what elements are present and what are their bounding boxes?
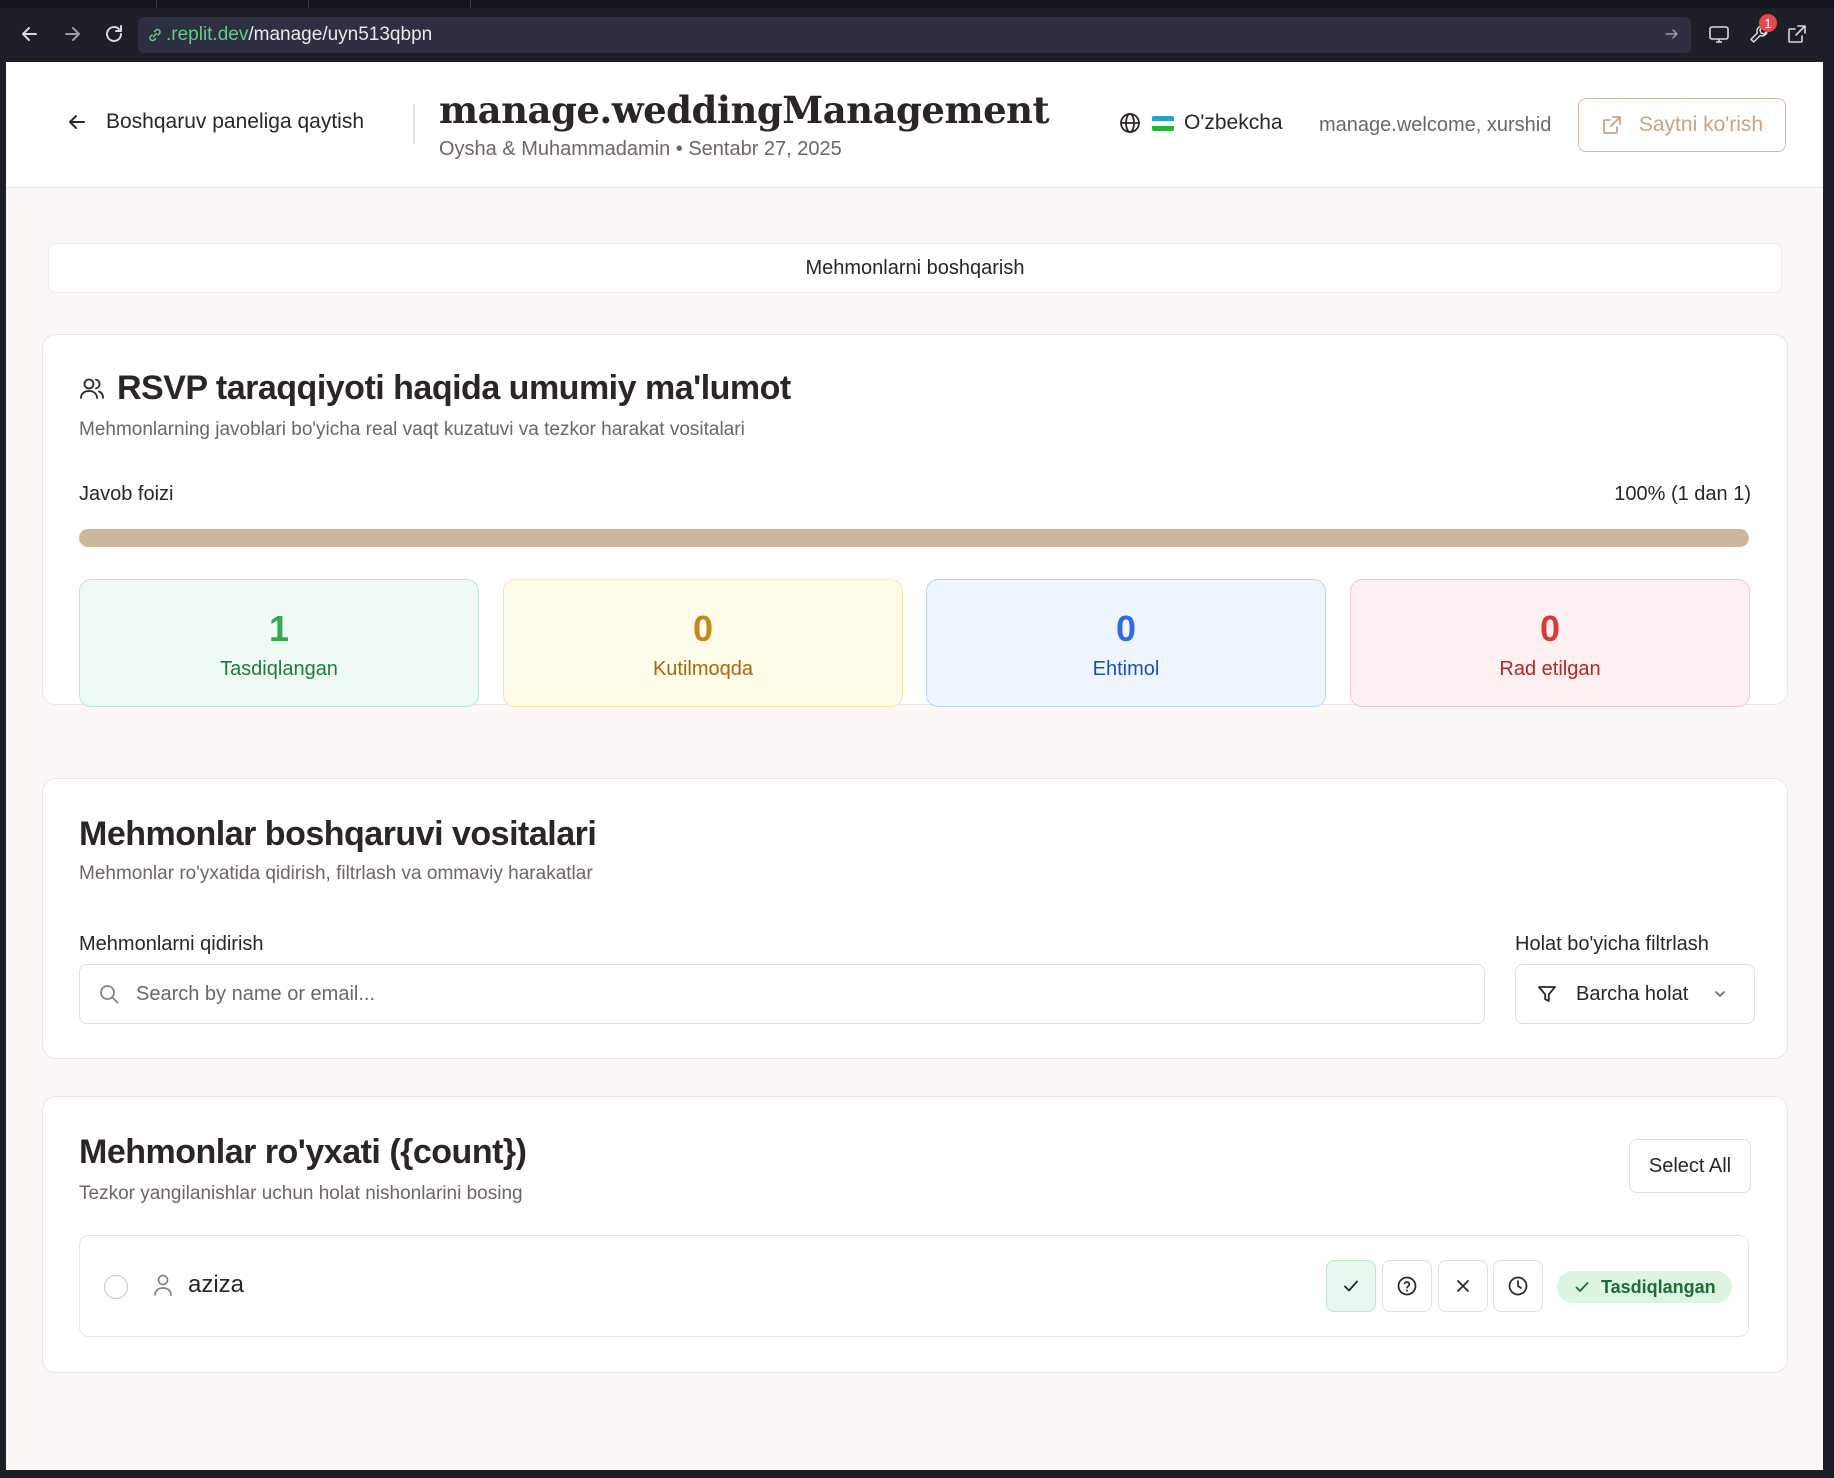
stat-confirmed: 1 Tasdiqlangan [79,579,479,707]
tab-divider [470,0,471,8]
check-icon [1575,1282,1589,1292]
url-path: /manage/uyn513qbpn [248,24,433,45]
stat-maybe-value: 0 [1115,608,1137,649]
response-progress-bar [79,529,1749,547]
status-badge[interactable]: Tasdiqlangan [1557,1271,1732,1303]
tab-divider [156,0,157,8]
back-link-label: Boshqaruv paneliga qaytish [106,110,365,133]
forward-arrow-icon[interactable] [58,20,86,48]
page-subtitle: Oysha & Muhammadamin • Sentabr 27, 2025 [439,138,842,160]
rsvp-overview-card: RSVP taraqqiyoti haqida umumiy ma'lumot … [42,334,1788,707]
page-title: manage.weddingManagement [439,88,1050,132]
stat-pending-value: 0 [692,608,714,649]
page-viewport: Boshqaruv paneliga qaytish manage.weddin… [6,62,1823,1470]
stat-maybe: 0 Ehtimol [926,579,1326,707]
rsvp-description: Mehmonlarning javoblari bo'yicha real va… [79,419,745,440]
clock-icon [1508,1276,1528,1296]
go-arrow-icon[interactable] [1663,25,1681,48]
users-icon [80,378,104,399]
external-link-icon [1602,116,1621,134]
status-filter-select[interactable]: Barcha holat [1515,964,1755,1024]
extension-badge: 1 [1759,14,1777,32]
status-badge-label: Tasdiqlangan [1601,1276,1716,1297]
stat-declined: 0 Rad etilgan [1350,579,1750,707]
question-circle-icon [1397,1276,1417,1296]
filter-value: Barcha holat [1576,982,1689,1005]
view-site-button[interactable]: Saytni ko'rish [1578,98,1786,152]
address-bar[interactable]: .replit.dev/manage/uyn513qbpn [138,17,1691,53]
select-all-button[interactable]: Select All [1629,1139,1751,1193]
wrench-icon[interactable]: 1 [1745,14,1777,48]
uzbekistan-flag-icon [1152,115,1174,131]
search-field[interactable] [79,964,1485,1024]
globe-icon [1120,113,1140,133]
tab-strip [0,0,1834,8]
chevron-down-icon [1715,991,1726,997]
open-external-icon[interactable] [1783,20,1811,48]
guest-list-description: Tezkor yangilanishlar uchun holat nishon… [79,1183,523,1204]
tab-bar: Mehmonlarni boshqarish [48,243,1782,293]
stat-maybe-label: Ehtimol [1092,658,1160,680]
filter-icon [1538,986,1556,1002]
header-divider [413,104,415,144]
page-header: Boshqaruv paneliga qaytish manage.weddin… [6,62,1823,188]
filter-label: Holat bo'yicha filtrlash [1515,933,1709,955]
search-label: Mehmonlarni qidirish [79,933,264,955]
tools-title: Mehmonlar boshqaruvi vositalari [79,815,597,853]
stat-pending-label: Kutilmoqda [652,658,754,680]
guest-row: aziza Tasdiqlangan [79,1235,1749,1337]
stat-confirmed-value: 1 [268,608,290,649]
rsvp-title: RSVP taraqqiyoti haqida umumiy ma'lumot [117,369,791,407]
welcome-text: manage.welcome, xurshid [1319,114,1552,136]
guest-list-title: Mehmonlar ro'yxati ({count}) [79,1133,527,1171]
rsvp-title-row: RSVP taraqqiyoti haqida umumiy ma'lumot [79,369,791,408]
confirm-status-button[interactable] [1326,1260,1376,1312]
progress-label: Javob foizi [79,483,174,505]
monitor-icon[interactable] [1705,20,1733,48]
decline-status-button[interactable] [1438,1260,1488,1312]
stat-declined-label: Rad etilgan [1499,658,1601,680]
tools-description: Mehmonlar ro'yxatida qidirish, filtrlash… [79,863,593,884]
pending-status-button[interactable] [1493,1260,1543,1312]
progress-value: 100% (1 dan 1) [1614,483,1751,505]
guest-tools-card: Mehmonlar boshqaruvi vositalari Mehmonla… [42,778,1788,1059]
stat-declined-value: 0 [1539,608,1561,649]
view-site-label: Saytni ko'rish [1638,113,1764,136]
progress-fill [79,529,1749,547]
guest-list-card: Mehmonlar ro'yxati ({count}) Tezkor yang… [42,1096,1788,1373]
guest-name: aziza [188,1271,245,1298]
guest-select-radio[interactable] [104,1275,128,1299]
language-switcher[interactable]: O'zbekcha [1118,111,1283,135]
language-label: O'zbekcha [1184,111,1283,134]
back-to-dashboard-link[interactable]: Boshqaruv paneliga qaytish [66,110,364,134]
url-host: .replit.dev [166,24,249,45]
reload-icon[interactable] [100,20,128,48]
maybe-status-button[interactable] [1382,1260,1432,1312]
user-icon [154,1274,172,1296]
stat-pending: 0 Kutilmoqda [503,579,903,707]
title-block: manage.weddingManagement Oysha & Muhamma… [439,88,1050,161]
search-input[interactable] [136,982,1436,1006]
back-arrow-icon[interactable] [16,20,44,48]
tab-guest-management[interactable]: Mehmonlarni boshqarish [805,257,1024,280]
check-icon [1344,1280,1358,1292]
tab-divider [308,0,309,8]
close-icon [1457,1280,1469,1292]
link-icon [144,24,166,46]
arrow-left-icon [69,115,85,129]
stat-confirmed-label: Tasdiqlangan [220,658,338,680]
browser-chrome: .replit.dev/manage/uyn513qbpn 1 [0,0,1834,62]
search-icon [100,985,119,1004]
